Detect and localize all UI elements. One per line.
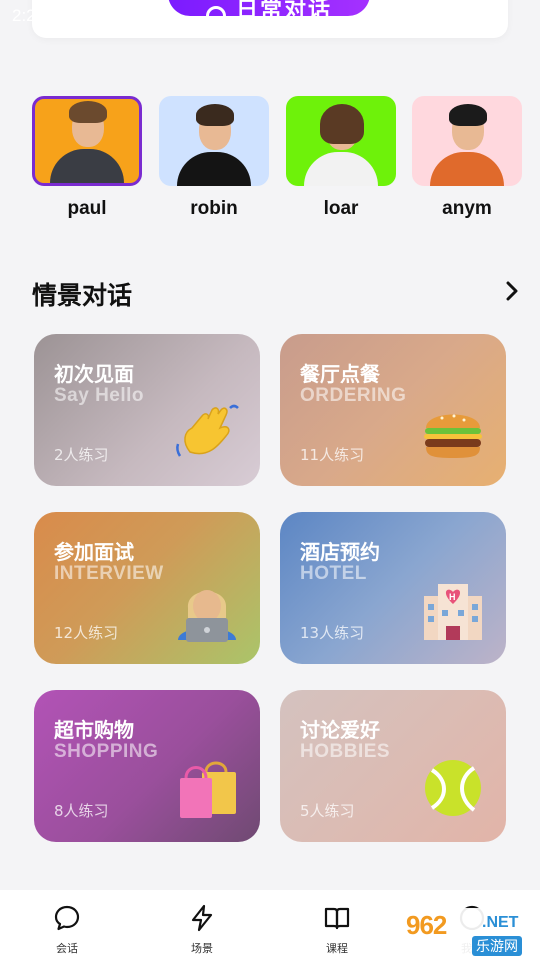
avatar <box>286 96 396 186</box>
scene-title: 酒店预约 <box>300 540 380 564</box>
scene-card-ordering[interactable]: 餐厅点餐 ORDERING 11人练习 <box>280 334 506 486</box>
character-name: loar <box>323 198 359 219</box>
watermark-site: 乐游网 <box>472 936 522 956</box>
watermark-suffix: .NET <box>482 914 519 931</box>
character-name: anym <box>442 198 492 219</box>
woman-laptop-icon <box>178 590 236 642</box>
tab-label: 会话 <box>56 942 78 955</box>
person-image-icon <box>428 104 506 186</box>
character-name: paul <box>67 198 107 219</box>
watermark-logo: 962 .NET 乐游网 <box>400 908 536 956</box>
daily-conversation-label: 日常对话 <box>235 0 332 16</box>
scene-card-hotel[interactable]: 酒店预约 HOTEL 13人练习 H <box>280 512 506 664</box>
svg-text:H: H <box>449 592 456 602</box>
person-image-icon <box>302 104 380 186</box>
avatar <box>159 96 269 186</box>
scene-title: 餐厅点餐 <box>300 362 380 386</box>
scene-card-shopping[interactable]: 超市购物 SHOPPING 8人练习 <box>34 690 260 842</box>
section-title: 情景对话 <box>32 281 133 310</box>
waving-hand-icon <box>176 404 239 457</box>
scene-practice-count: 13人练习 <box>300 624 365 642</box>
character-paul[interactable]: paul <box>32 96 142 220</box>
watermark-number: 962 <box>406 910 447 940</box>
scene-title: 超市购物 <box>54 718 134 742</box>
scene-title: 讨论爱好 <box>300 718 380 742</box>
chat-bubble-icon <box>54 905 80 931</box>
scene-subtitle: Say Hello <box>54 385 145 406</box>
chevron-right-icon[interactable] <box>500 278 524 304</box>
status-time: 2:2 <box>12 6 36 25</box>
tab-scenes[interactable]: 场景 <box>162 904 242 956</box>
daily-conversation-button[interactable]: 日常对话 <box>168 0 370 16</box>
scene-subtitle: HOTEL <box>300 563 367 584</box>
scene-title: 参加面试 <box>54 540 134 564</box>
lightning-icon <box>191 904 213 932</box>
tab-label: 场景 <box>191 942 213 955</box>
tab-conversation[interactable]: 会话 <box>27 904 107 956</box>
shopping-bags-icon <box>180 761 236 818</box>
character-list: paul robin loar anym <box>32 96 540 226</box>
tab-label: 课程 <box>326 942 348 955</box>
scene-practice-count: 5人练习 <box>300 802 355 820</box>
scene-card-hobbies[interactable]: 讨论爱好 HOBBIES 5人练习 <box>280 690 506 842</box>
scene-card-interview[interactable]: 参加面试 INTERVIEW 12人练习 <box>34 512 260 664</box>
scene-title: 初次见面 <box>54 362 134 386</box>
person-image-icon <box>175 104 253 186</box>
scene-subtitle: SHOPPING <box>54 741 159 762</box>
avatar <box>412 96 522 186</box>
scene-practice-count: 2人练习 <box>54 446 109 464</box>
hamburger-icon <box>424 414 482 458</box>
scene-practice-count: 11人练习 <box>300 446 365 464</box>
person-image-icon <box>48 101 126 183</box>
character-name: robin <box>190 198 238 219</box>
scene-practice-count: 12人练习 <box>54 624 119 642</box>
scene-practice-count: 8人练习 <box>54 802 109 820</box>
scene-subtitle: HOBBIES <box>300 741 391 762</box>
hotel-icon: H <box>424 584 482 640</box>
book-icon <box>324 907 350 930</box>
tab-courses[interactable]: 课程 <box>297 904 377 956</box>
character-anym[interactable]: anym <box>412 96 522 220</box>
chat-icon <box>205 6 226 16</box>
scene-subtitle: INTERVIEW <box>54 563 164 584</box>
avatar <box>32 96 142 186</box>
tennis-ball-icon <box>425 760 481 816</box>
scene-card-say-hello[interactable]: 初次见面 Say Hello 2人练习 <box>34 334 260 486</box>
character-robin[interactable]: robin <box>159 96 269 220</box>
scene-subtitle: ORDERING <box>300 385 407 406</box>
character-loar[interactable]: loar <box>286 96 396 220</box>
